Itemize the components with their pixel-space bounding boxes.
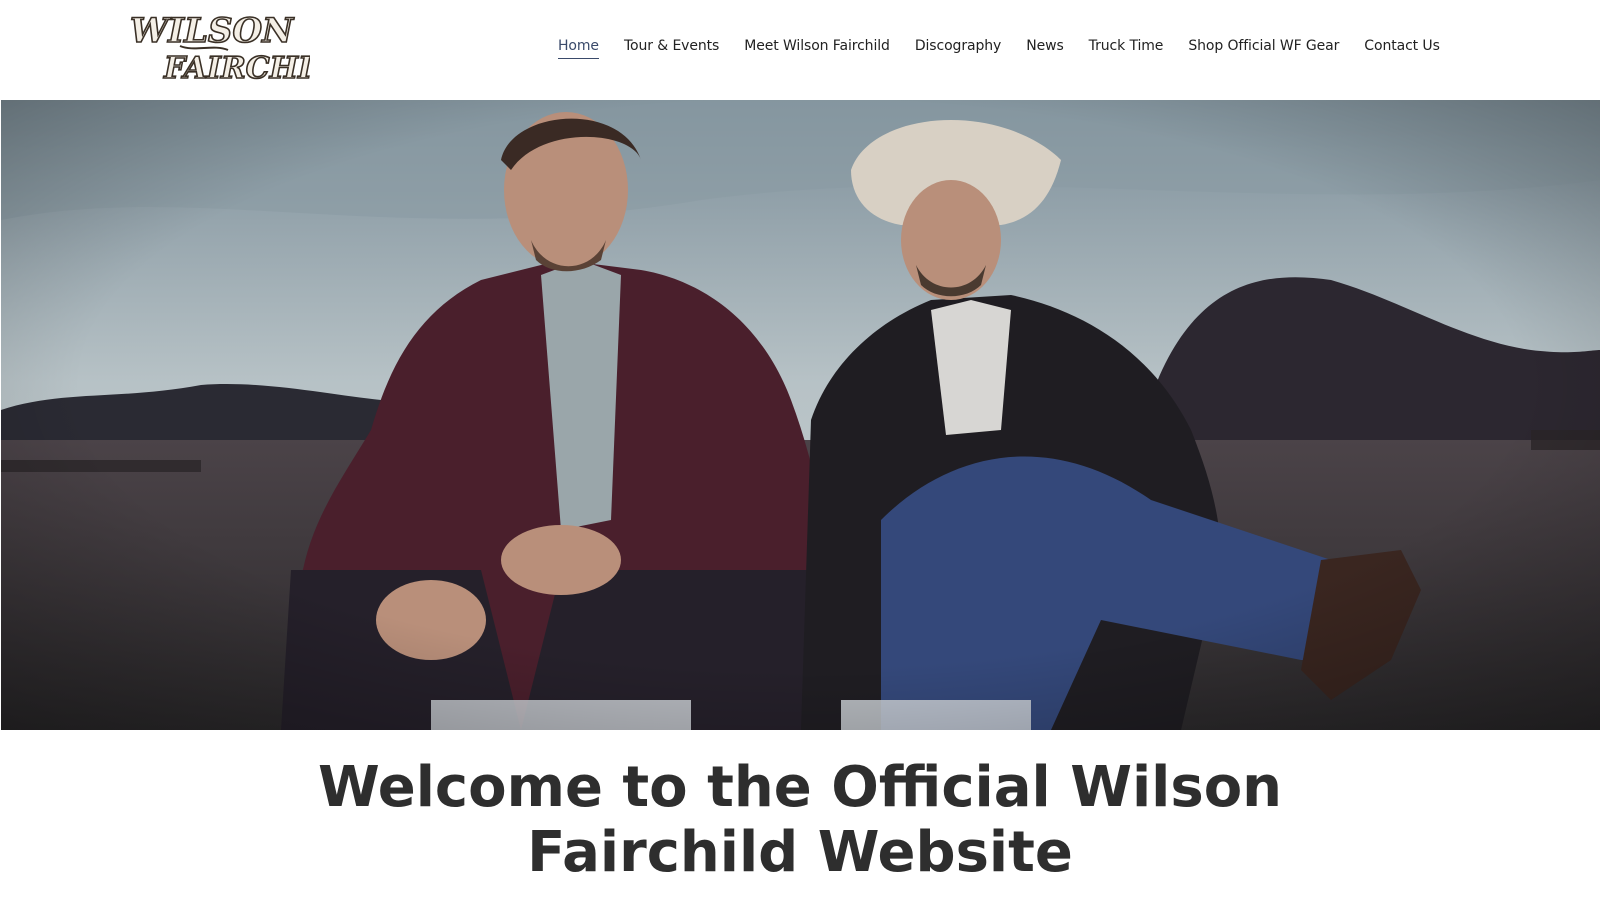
logo-line-1: WILSON	[130, 11, 295, 51]
nav-tour-events[interactable]: Tour & Events	[624, 38, 719, 59]
site-logo[interactable]: WILSON FAIRCHILD	[124, 6, 360, 92]
welcome-section: Welcome to the Official Wilson Fairchild…	[0, 755, 1600, 885]
nav-meet-wilson-fairchild[interactable]: Meet Wilson Fairchild	[744, 38, 890, 59]
hero-image	[1, 100, 1600, 730]
welcome-heading: Welcome to the Official Wilson Fairchild…	[0, 755, 1600, 885]
nav-contact-us[interactable]: Contact Us	[1364, 38, 1440, 59]
welcome-heading-line-1: Welcome to the Official Wilson	[317, 755, 1283, 820]
site-header: WILSON FAIRCHILD Home Tour & Events Meet…	[0, 0, 1600, 100]
nav-shop-gear[interactable]: Shop Official WF Gear	[1188, 38, 1339, 59]
welcome-heading-line-2: Fairchild Website	[527, 820, 1073, 885]
hero-photo-duo	[1, 100, 1600, 730]
nav-discography[interactable]: Discography	[915, 38, 1002, 59]
nav-news[interactable]: News	[1026, 38, 1064, 59]
logo-line-2: FAIRCHILD	[163, 51, 310, 86]
logo-wordmark: WILSON FAIRCHILD	[129, 10, 360, 87]
main-navigation: Home Tour & Events Meet Wilson Fairchild…	[558, 38, 1440, 59]
nav-truck-time[interactable]: Truck Time	[1089, 38, 1164, 59]
nav-home[interactable]: Home	[558, 38, 599, 59]
